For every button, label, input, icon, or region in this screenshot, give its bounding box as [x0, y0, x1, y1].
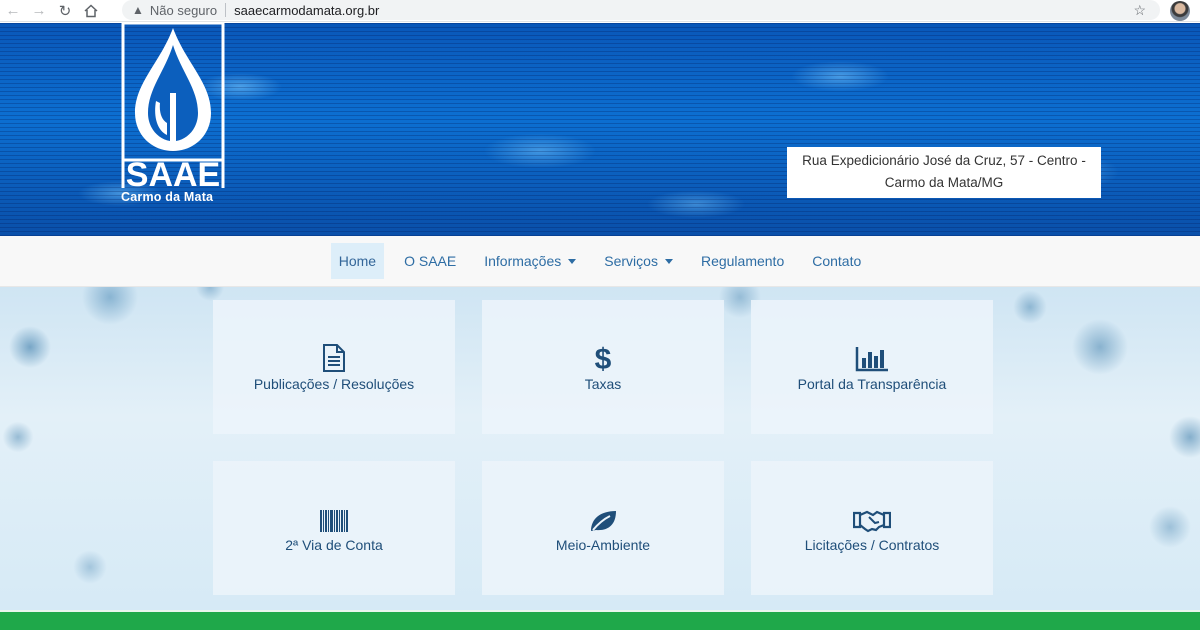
- document-icon: [322, 342, 346, 372]
- security-label: Não seguro: [149, 2, 218, 18]
- warning-icon: ▲: [132, 3, 144, 17]
- leaf-icon: [588, 503, 618, 533]
- bookmark-star-icon[interactable]: ☆: [1133, 2, 1146, 19]
- tile-transparencia[interactable]: Portal da Transparência: [751, 300, 993, 434]
- tile-label: 2ª Via de Conta: [285, 537, 383, 553]
- caret-down-icon: [664, 258, 673, 264]
- address-box: Rua Expedicionário José da Cruz, 57 - Ce…: [787, 147, 1101, 198]
- svg-text:$: $: [595, 343, 612, 372]
- profile-avatar[interactable]: [1170, 1, 1190, 21]
- nav-contato[interactable]: Contato: [804, 243, 869, 279]
- forward-icon[interactable]: →: [26, 1, 52, 21]
- tile-label: Meio-Ambiente: [555, 537, 651, 553]
- handshake-icon: [853, 503, 891, 533]
- nav-o-saae[interactable]: O SAAE: [396, 243, 464, 279]
- address-line-1: Rua Expedicionário José da Cruz, 57 - Ce…: [802, 153, 1086, 168]
- green-banner: [0, 610, 1200, 630]
- barcode-icon: [319, 503, 349, 533]
- tile-label: Portal da Transparência: [797, 376, 947, 392]
- address-bar[interactable]: ▲ Não seguro saaecarmodamata.org.br ☆: [122, 0, 1160, 20]
- svg-text:SAAE: SAAE: [126, 156, 220, 194]
- nav-servicos[interactable]: Serviços: [596, 243, 681, 279]
- tile-publicacoes[interactable]: Publicações / Resoluções: [213, 300, 455, 434]
- address-line-2: Carmo da Mata/MG: [884, 175, 1004, 190]
- tile-label: Taxas: [584, 376, 622, 392]
- tile-label: Licitações / Contratos: [804, 537, 940, 553]
- bar-chart-icon: [855, 342, 889, 372]
- content-area: Publicações / Resoluções $ Taxas Portal …: [0, 287, 1200, 610]
- saae-logo[interactable]: SAAE: [120, 23, 226, 208]
- header-banner: SAAE Carmo da Mata Rua Expedicionário Jo…: [0, 23, 1200, 236]
- tile-meio-ambiente[interactable]: Meio-Ambiente: [482, 461, 724, 595]
- browser-toolbar: ← → ↻ ▲ Não seguro saaecarmodamata.org.b…: [0, 0, 1200, 22]
- tile-licitacoes[interactable]: Licitações / Contratos: [751, 461, 993, 595]
- main-nav: Home O SAAE Informações Serviços Regulam…: [0, 236, 1200, 287]
- back-icon[interactable]: ←: [0, 1, 26, 21]
- nav-regulamento[interactable]: Regulamento: [693, 243, 792, 279]
- dollar-icon: $: [594, 342, 612, 372]
- url-text: saaecarmodamata.org.br: [234, 2, 380, 18]
- tile-segunda-via[interactable]: 2ª Via de Conta: [213, 461, 455, 595]
- tile-taxas[interactable]: $ Taxas: [482, 300, 724, 434]
- home-icon[interactable]: [78, 1, 104, 21]
- tile-label: Publicações / Resoluções: [253, 376, 415, 392]
- nav-home[interactable]: Home: [330, 243, 385, 279]
- caret-down-icon: [568, 258, 577, 264]
- divider: [225, 3, 227, 17]
- reload-icon[interactable]: ↻: [52, 1, 78, 21]
- logo-subtitle: Carmo da Mata: [121, 190, 214, 204]
- nav-informacoes[interactable]: Informações: [476, 243, 584, 279]
